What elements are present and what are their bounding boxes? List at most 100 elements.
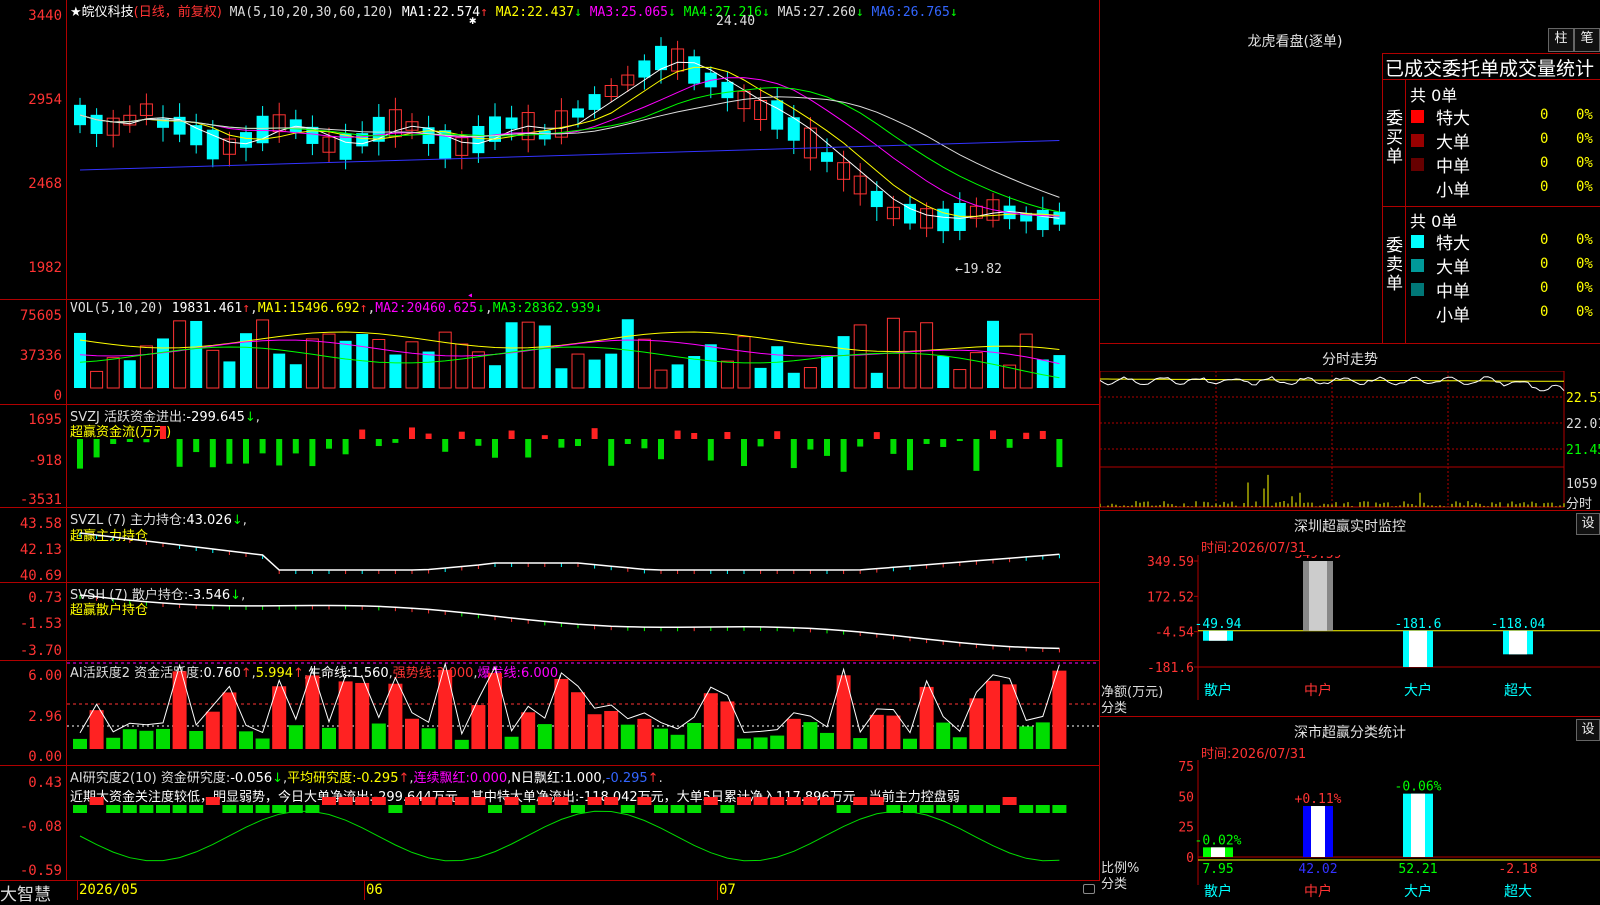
svsh-pane[interactable]: 0.73 -1.53 -3.70 SVSH (7) 散户持仓:-3.546↓, … xyxy=(0,583,1100,661)
lock-icon[interactable] xyxy=(1083,884,1095,894)
research-bar-red xyxy=(554,797,569,805)
class-tick-label: 25 xyxy=(1178,821,1194,836)
research-bar-red xyxy=(438,797,453,805)
longhu-header: 已成交委托单成交量统计 xyxy=(1385,58,1595,80)
research-chart[interactable] xyxy=(67,766,1099,880)
volume-chart[interactable] xyxy=(67,300,1099,404)
date-label: 2026/05 xyxy=(79,882,139,898)
act-tick: 0.00 xyxy=(28,749,62,765)
candle-down xyxy=(206,129,219,160)
candle-down xyxy=(953,202,966,231)
class-change-label: +0.11% xyxy=(1295,792,1342,807)
time-value: 2026/07/31 xyxy=(1231,541,1307,556)
class-tick-label: 75 xyxy=(1178,760,1194,775)
research-bar-green xyxy=(936,805,951,813)
ai-research-pane[interactable]: 0.43 -0.08 -0.59 AI研究度2(10) 资金研究度:-0.056… xyxy=(0,766,1100,881)
main-holding-chart[interactable] xyxy=(67,508,1099,582)
research-bar-red xyxy=(454,797,469,805)
research-bar-green xyxy=(239,805,253,813)
order-size-label: 中单 xyxy=(1436,282,1470,302)
flow-bar-out xyxy=(309,439,316,467)
order-size-swatch xyxy=(1411,235,1424,248)
bar-mode-button[interactable]: 柱 xyxy=(1548,28,1574,52)
order-size-swatch xyxy=(1411,307,1424,320)
activity-bar-low xyxy=(454,739,469,749)
volume-bar-up xyxy=(1019,333,1033,389)
res-tick: 0.43 xyxy=(28,775,62,791)
flow-bar-out xyxy=(741,439,747,467)
volume-bar-down xyxy=(671,364,684,388)
retail-line xyxy=(79,594,1060,650)
ma-line xyxy=(79,61,1060,219)
date-label: 06 xyxy=(366,882,383,898)
order-size-label: 特大 xyxy=(1436,109,1470,129)
activity-bar-low xyxy=(504,736,519,749)
monitor-category-label: 大户 xyxy=(1404,682,1432,699)
flow-bar-out xyxy=(857,439,864,447)
volume-bar-down xyxy=(422,351,435,388)
volume-bar-up xyxy=(720,360,734,389)
pen-mode-button[interactable]: 笔 xyxy=(1574,28,1600,52)
ai-activity-pane[interactable]: 6.00 2.96 0.00 AI活跃度2 资金活跃度:0.760↑,5.994… xyxy=(0,661,1100,766)
kline-pane[interactable]: 3440 2954 2468 1982 ★皖仪科技(日线，前复权) MA(5,1… xyxy=(0,0,1100,300)
volume-bar-down xyxy=(555,368,568,388)
monitor-category-label: 中户 xyxy=(1304,682,1332,699)
svsh-tick: -1.53 xyxy=(19,616,62,632)
class-category-label: 散户 xyxy=(1204,883,1232,900)
flow-bar-out xyxy=(110,439,117,444)
svzj-pane[interactable]: 1695 -918 -3531 SVZJ 活跃资金进出:-299.645↓, 超… xyxy=(0,405,1100,508)
activity-chart[interactable] xyxy=(67,661,1099,765)
volume-bar-down xyxy=(588,359,601,388)
longhu-inner-border xyxy=(1405,79,1406,343)
sz-monitor-top-line xyxy=(1100,510,1600,511)
activity-bar-low xyxy=(106,737,121,749)
activity-bar-high xyxy=(786,718,801,749)
date-divider xyxy=(364,881,365,900)
flow-bar-in xyxy=(160,425,166,439)
sz-class-title: 深市超赢分类统计 xyxy=(1294,725,1406,741)
research-bar-green xyxy=(620,805,635,813)
activity-bar-high xyxy=(405,718,419,749)
svzl-pane[interactable]: 43.58 42.13 40.69 SVZL (7) 主力持仓:43.026↓,… xyxy=(0,508,1100,583)
volume-pane[interactable]: 75605 37336 0 VOL(5,10,20) 19831.461↑,MA… xyxy=(0,300,1100,405)
research-bar-red xyxy=(405,797,419,805)
order-percent: 0% xyxy=(1576,232,1593,248)
candle-down xyxy=(821,152,833,162)
flow-bar-out xyxy=(973,439,980,471)
activity-bar-low xyxy=(156,728,170,749)
activity-bar-low xyxy=(371,723,386,749)
order-size-label: 大单 xyxy=(1436,133,1470,153)
ma-line xyxy=(79,96,1060,198)
flow-bar-in xyxy=(691,432,698,439)
sz-monitor-settings-button[interactable]: 设 xyxy=(1576,513,1600,535)
fund-flow-chart[interactable] xyxy=(67,405,1099,507)
activity-bar-low xyxy=(537,724,552,749)
candlestick-chart[interactable]: ✱◂ xyxy=(67,0,1099,299)
flow-bar-out xyxy=(259,439,266,454)
order-size-label: 大单 xyxy=(1436,258,1470,278)
sz-class-settings-button[interactable]: 设 xyxy=(1576,719,1600,741)
flow-bar-out xyxy=(492,439,498,458)
class-change-label: -0.06% xyxy=(1395,780,1442,795)
flow-bar-out xyxy=(575,439,581,447)
research-bar-red xyxy=(371,797,386,805)
sz-class-chart[interactable]: 75 50 25 0-0.02% 7.95 散户 +0.11% 42.02 中户 -0.06% 52… xyxy=(1100,760,1600,900)
activity-bar-low xyxy=(189,730,204,749)
order-size-label: 特大 xyxy=(1436,234,1470,254)
intraday-chart[interactable] xyxy=(1100,371,1600,509)
volume-bar-up xyxy=(903,331,917,389)
order-size-swatch xyxy=(1411,283,1424,296)
volume-bar-down xyxy=(754,367,767,388)
sz-monitor-chart[interactable]: 349.59 172.52 -4.54 -181.6 -49.94 散户 349.59 中户 -… xyxy=(1100,555,1600,715)
retail-holding-chart[interactable] xyxy=(67,583,1099,660)
volume-bar-down xyxy=(389,354,402,388)
flow-bar-in xyxy=(724,432,731,439)
flow-bar-out xyxy=(126,439,133,442)
research-bar-red xyxy=(869,797,884,805)
volume-bar-up xyxy=(953,369,967,389)
order-count: 0 xyxy=(1540,256,1549,272)
flow-bar-out xyxy=(176,439,183,467)
act-tick: 2.96 xyxy=(28,709,62,725)
flow-bar-out xyxy=(890,439,897,454)
flow-bar-out xyxy=(608,439,615,466)
